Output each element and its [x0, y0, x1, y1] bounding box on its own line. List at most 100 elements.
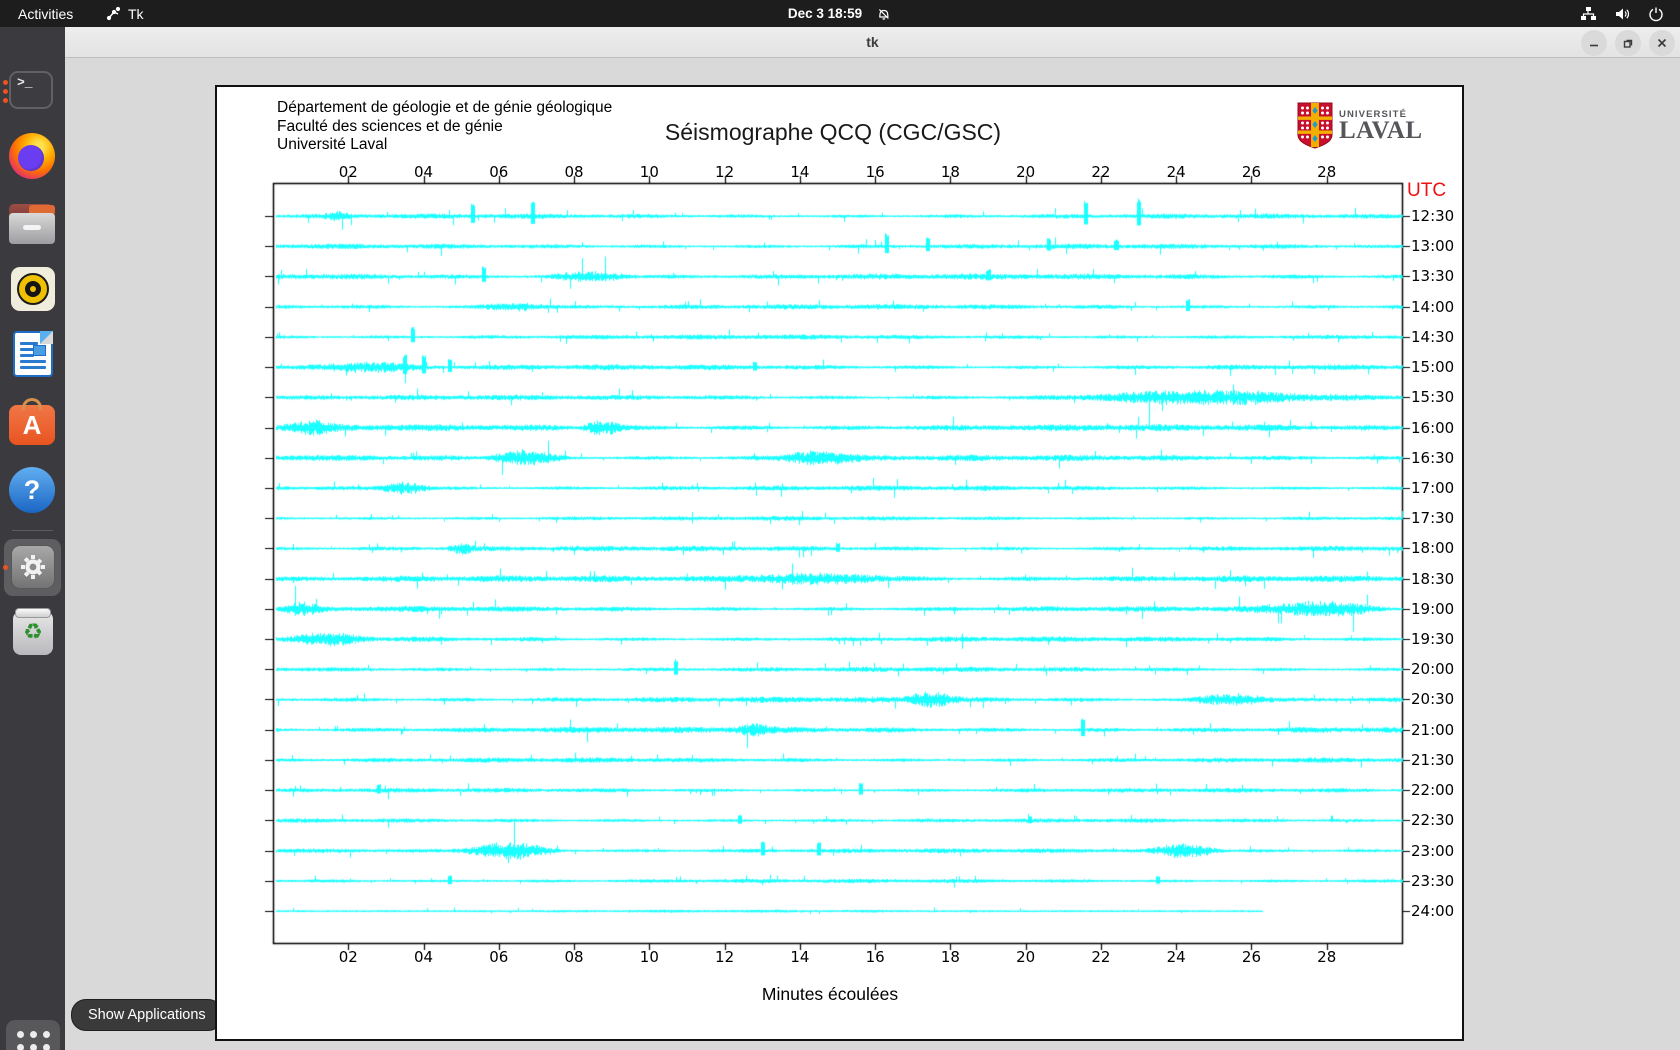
- utc-time-label: 18:30: [1411, 570, 1457, 588]
- utc-time-label: 13:00: [1411, 237, 1457, 255]
- x-tick-label: 22: [1084, 948, 1118, 966]
- app-menu-label: Tk: [128, 6, 144, 22]
- apps-grid-icon: [17, 1031, 50, 1050]
- utc-time-label: 23:30: [1411, 872, 1457, 890]
- dock-item-libreoffice-writer[interactable]: [9, 331, 57, 379]
- utc-time-label: 16:00: [1411, 419, 1457, 437]
- clock-button[interactable]: Dec 3 18:59: [788, 0, 892, 27]
- utc-time-label: 24:00: [1411, 902, 1457, 920]
- utc-time-label: 15:30: [1411, 388, 1457, 406]
- clock-label: Dec 3 18:59: [788, 6, 862, 21]
- running-indicator-dot: [3, 89, 8, 94]
- institution-block: Département de géologie et de génie géol…: [277, 99, 612, 155]
- logo-line2: LAVAL: [1339, 120, 1423, 142]
- running-indicator-dot: [3, 98, 8, 103]
- x-tick-label: 18: [933, 948, 967, 966]
- x-tick-label: 22: [1084, 163, 1118, 181]
- rhythmbox-icon: [11, 267, 55, 311]
- x-tick-label: 18: [933, 163, 967, 181]
- ubuntu-software-icon: A: [9, 405, 55, 445]
- utc-time-label: 16:30: [1411, 449, 1457, 467]
- x-tick-label: 12: [708, 163, 742, 181]
- utc-time-label: 20:00: [1411, 660, 1457, 678]
- terminal-icon: >_: [9, 71, 53, 109]
- activities-button[interactable]: Activities: [18, 0, 73, 27]
- x-tick-label: 06: [482, 163, 516, 181]
- window-title: tk: [65, 27, 1680, 58]
- dock-item-files[interactable]: [9, 199, 57, 247]
- firefox-icon: [9, 133, 55, 179]
- bell-muted-icon: [876, 6, 892, 22]
- x-tick-label: 06: [482, 948, 516, 966]
- x-tick-label: 10: [632, 948, 666, 966]
- activities-label: Activities: [18, 6, 73, 22]
- network-icon[interactable]: [1580, 6, 1597, 22]
- dock-item-trash[interactable]: ♻: [9, 611, 57, 659]
- plot-title: Séismographe QCQ (CGC/GSC): [665, 119, 1001, 146]
- utc-time-label: 22:00: [1411, 781, 1457, 799]
- x-tick-label: 14: [783, 163, 817, 181]
- institution-line1: Département de géologie et de génie géol…: [277, 99, 612, 118]
- files-icon: [9, 204, 55, 244]
- gnome-top-bar: Activities Tk Dec 3 18:59: [0, 0, 1680, 27]
- utc-time-label: 17:30: [1411, 509, 1457, 527]
- x-tick-label: 04: [407, 163, 441, 181]
- institution-line3: Université Laval: [277, 136, 612, 155]
- laval-shield-icon: [1297, 102, 1333, 149]
- minimize-button[interactable]: [1581, 30, 1607, 56]
- x-tick-label: 16: [858, 163, 892, 181]
- gear-icon: [11, 545, 55, 589]
- show-applications-tooltip: Show Applications: [71, 999, 223, 1031]
- dock-item-firefox[interactable]: [9, 133, 57, 181]
- maximize-button[interactable]: [1615, 30, 1641, 56]
- running-indicator-dot: [3, 80, 8, 85]
- x-tick-label: 24: [1159, 948, 1193, 966]
- show-applications-button[interactable]: [6, 1020, 60, 1050]
- universite-laval-logo: UNIVERSITÉ LAVAL: [1297, 102, 1423, 149]
- running-indicator-dot: [3, 565, 8, 570]
- utc-time-label: 12:30: [1411, 207, 1457, 225]
- utc-time-label: 19:30: [1411, 630, 1457, 648]
- dock-item-help[interactable]: ?: [9, 467, 57, 515]
- dock-item-settings[interactable]: [9, 543, 57, 591]
- power-icon[interactable]: [1648, 6, 1664, 22]
- seismograph-canvas: [215, 85, 1464, 1041]
- x-tick-label: 28: [1310, 948, 1344, 966]
- x-tick-label: 20: [1009, 948, 1043, 966]
- utc-time-label: 14:00: [1411, 298, 1457, 316]
- x-tick-label: 08: [557, 163, 591, 181]
- x-tick-label: 08: [557, 948, 591, 966]
- x-tick-label: 24: [1159, 163, 1193, 181]
- app-menu-button[interactable]: Tk: [106, 0, 144, 27]
- window-title-bar[interactable]: tk: [65, 27, 1680, 58]
- utc-time-label: 21:00: [1411, 721, 1457, 739]
- x-tick-label: 20: [1009, 163, 1043, 181]
- tk-icon: [106, 6, 121, 21]
- x-tick-label: 14: [783, 948, 817, 966]
- utc-time-label: 23:00: [1411, 842, 1457, 860]
- x-tick-label: 26: [1234, 948, 1268, 966]
- utc-time-label: 20:30: [1411, 690, 1457, 708]
- desktop: Activities Tk Dec 3 18:59: [0, 0, 1680, 1050]
- institution-line2: Faculté des sciences et de génie: [277, 118, 612, 137]
- utc-time-label: 21:30: [1411, 751, 1457, 769]
- dock-item-rhythmbox[interactable]: [9, 265, 57, 313]
- dock-item-ubuntu-software[interactable]: A: [9, 399, 57, 447]
- dock-item-terminal[interactable]: >_: [9, 67, 57, 115]
- x-tick-label: 12: [708, 948, 742, 966]
- writer-icon: [13, 331, 53, 377]
- utc-time-label: 18:00: [1411, 539, 1457, 557]
- x-axis-label: Minutes écoulées: [762, 984, 898, 1005]
- laval-wordmark: UNIVERSITÉ LAVAL: [1339, 109, 1423, 142]
- help-icon: ?: [9, 467, 55, 513]
- utc-label: UTC: [1407, 180, 1446, 202]
- dock-divider: [12, 530, 53, 531]
- close-button[interactable]: [1649, 30, 1675, 56]
- volume-icon[interactable]: [1614, 6, 1631, 22]
- utc-time-label: 17:00: [1411, 479, 1457, 497]
- x-tick-label: 16: [858, 948, 892, 966]
- x-tick-label: 02: [331, 163, 365, 181]
- utc-time-label: 15:00: [1411, 358, 1457, 376]
- ubuntu-dock: >_ A: [0, 27, 65, 1050]
- x-tick-label: 10: [632, 163, 666, 181]
